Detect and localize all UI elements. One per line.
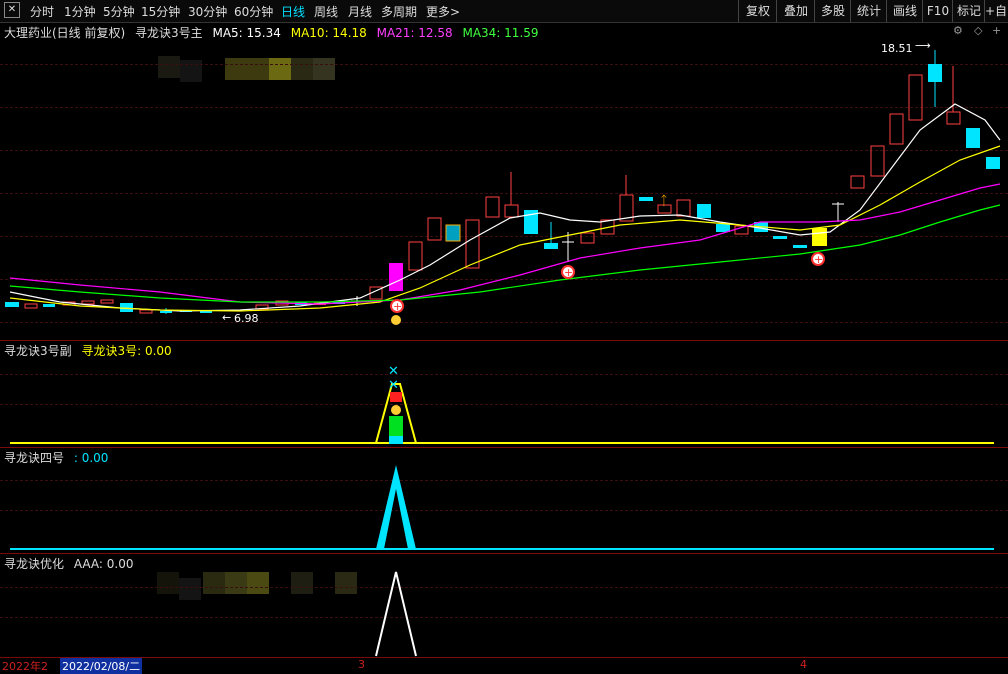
candle-down bbox=[697, 204, 711, 218]
signal-peak bbox=[375, 571, 417, 657]
high-price-label: 18.51 bbox=[881, 42, 913, 55]
signal-bar bbox=[389, 416, 403, 436]
candle-up bbox=[946, 111, 961, 125]
year-label: 2022年2 bbox=[2, 660, 48, 673]
signal-peak bbox=[376, 465, 416, 549]
candle-up bbox=[889, 113, 904, 145]
candle-up bbox=[676, 199, 691, 217]
runner-icon: ᛏ bbox=[660, 194, 668, 209]
panel-separator bbox=[0, 340, 1008, 341]
period-tab-5min[interactable]: 5分钟 bbox=[103, 3, 135, 20]
period-tab-monthly[interactable]: 月线 bbox=[348, 3, 372, 20]
arrow-icon: ⟶ bbox=[915, 39, 931, 52]
plus-icon[interactable]: + bbox=[992, 24, 1001, 37]
cursor-date: 2022/02/08/二 bbox=[60, 658, 143, 674]
panel2-chart[interactable]: ✕ ✕ bbox=[0, 342, 1008, 447]
stock-title[interactable]: 大理药业(日线 前复权) bbox=[4, 26, 125, 40]
low-price-label: 6.98 bbox=[234, 312, 259, 325]
candle-up bbox=[580, 232, 595, 244]
mark-button[interactable]: 标记 bbox=[952, 0, 985, 22]
f10-button[interactable]: F10 bbox=[922, 0, 953, 22]
signal-bar bbox=[389, 436, 403, 444]
candle-down bbox=[639, 197, 653, 201]
candle-up bbox=[408, 241, 423, 271]
period-tab-60min[interactable]: 60分钟 bbox=[234, 3, 273, 20]
arrow-icon: ← bbox=[222, 311, 232, 324]
candle-down bbox=[43, 304, 55, 307]
period-tab-weekly[interactable]: 周线 bbox=[314, 3, 338, 20]
multi-stock-button[interactable]: 多股 bbox=[814, 0, 851, 22]
candle-up bbox=[465, 219, 480, 269]
settings-icon[interactable]: ⚙ bbox=[953, 24, 963, 37]
buy-marker: + bbox=[811, 252, 825, 266]
candle-up bbox=[427, 217, 442, 241]
period-tab-30min[interactable]: 30分钟 bbox=[188, 3, 227, 20]
period-tab-multi[interactable]: 多周期 bbox=[381, 3, 417, 20]
period-tab-1min[interactable]: 1分钟 bbox=[64, 3, 96, 20]
butterfly-icon: ✕ bbox=[388, 364, 399, 379]
panel4-chart[interactable] bbox=[0, 555, 1008, 658]
candle-down bbox=[793, 245, 807, 248]
month-tick: 3 bbox=[358, 658, 365, 671]
money-bag-icon bbox=[391, 405, 401, 415]
svg-text:+: + bbox=[564, 266, 573, 279]
candlestick-chart[interactable]: + + + ᛏ bbox=[0, 40, 1008, 340]
candle-down bbox=[966, 128, 980, 148]
candle-up bbox=[139, 309, 153, 314]
candle-yellow bbox=[812, 228, 827, 246]
candle-down bbox=[160, 311, 172, 313]
period-tab-fenshi[interactable]: 分时 bbox=[30, 3, 54, 20]
svg-text:+: + bbox=[814, 253, 823, 266]
period-toolbar: ✕ 分时 1分钟 5分钟 15分钟 30分钟 60分钟 日线 周线 月线 多周期… bbox=[0, 0, 1008, 23]
signal-bar bbox=[390, 392, 402, 402]
panel3-chart[interactable] bbox=[0, 449, 1008, 554]
candle-down bbox=[5, 302, 19, 307]
date-axis: 2022年2 2022/02/08/二 3 4 bbox=[0, 657, 1008, 674]
buy-marker: + bbox=[561, 265, 575, 279]
overlay-button[interactable]: 叠加 bbox=[776, 0, 815, 22]
candle-up bbox=[100, 299, 114, 304]
money-bag-icon bbox=[391, 315, 401, 325]
panel-separator bbox=[0, 447, 1008, 448]
candle-down bbox=[773, 236, 787, 239]
candle-up bbox=[850, 175, 865, 189]
svg-text:+: + bbox=[393, 300, 402, 313]
ma10-line bbox=[9, 145, 1001, 312]
candle-up bbox=[870, 145, 885, 177]
candle-down bbox=[200, 311, 212, 313]
candle-down bbox=[986, 157, 1000, 169]
buy-marker: + bbox=[390, 299, 404, 313]
panel-separator bbox=[0, 553, 1008, 554]
candle-up bbox=[485, 196, 500, 218]
ma10-value: MA10: 14.18 bbox=[290, 26, 367, 40]
draw-line-button[interactable]: 画线 bbox=[886, 0, 923, 22]
month-tick: 4 bbox=[800, 658, 807, 671]
ma21-line bbox=[9, 183, 1001, 305]
candle-down bbox=[716, 224, 730, 232]
butterfly-icon: ✕ bbox=[388, 378, 399, 393]
period-tab-more[interactable]: 更多> bbox=[426, 3, 460, 20]
runner-icon bbox=[445, 224, 461, 242]
candle-limit-up bbox=[389, 263, 403, 291]
add-watchlist-button[interactable]: +自选 bbox=[984, 0, 1008, 22]
fuquan-button[interactable]: 复权 bbox=[738, 0, 777, 22]
ma21-value: MA21: 12.58 bbox=[376, 26, 453, 40]
period-tab-15min[interactable]: 15分钟 bbox=[141, 3, 180, 20]
main-panel-header: 大理药业(日线 前复权) 寻龙诀3号主 MA5: 15.34 MA10: 14.… bbox=[4, 24, 545, 41]
ma34-value: MA34: 11.59 bbox=[462, 26, 539, 40]
indicator-name[interactable]: 寻龙诀3号主 bbox=[135, 26, 203, 40]
candlesticks bbox=[5, 50, 1000, 314]
diamond-icon[interactable]: ◇ bbox=[974, 24, 982, 37]
candle-up bbox=[24, 303, 38, 309]
period-tab-daily[interactable]: 日线 bbox=[281, 3, 305, 20]
statistics-button[interactable]: 统计 bbox=[850, 0, 887, 22]
candle-up bbox=[908, 74, 923, 121]
candle-down bbox=[544, 243, 558, 249]
candle-up bbox=[504, 204, 519, 218]
close-icon[interactable]: ✕ bbox=[4, 2, 20, 18]
ma5-value: MA5: 15.34 bbox=[212, 26, 281, 40]
candle-up bbox=[81, 300, 95, 305]
